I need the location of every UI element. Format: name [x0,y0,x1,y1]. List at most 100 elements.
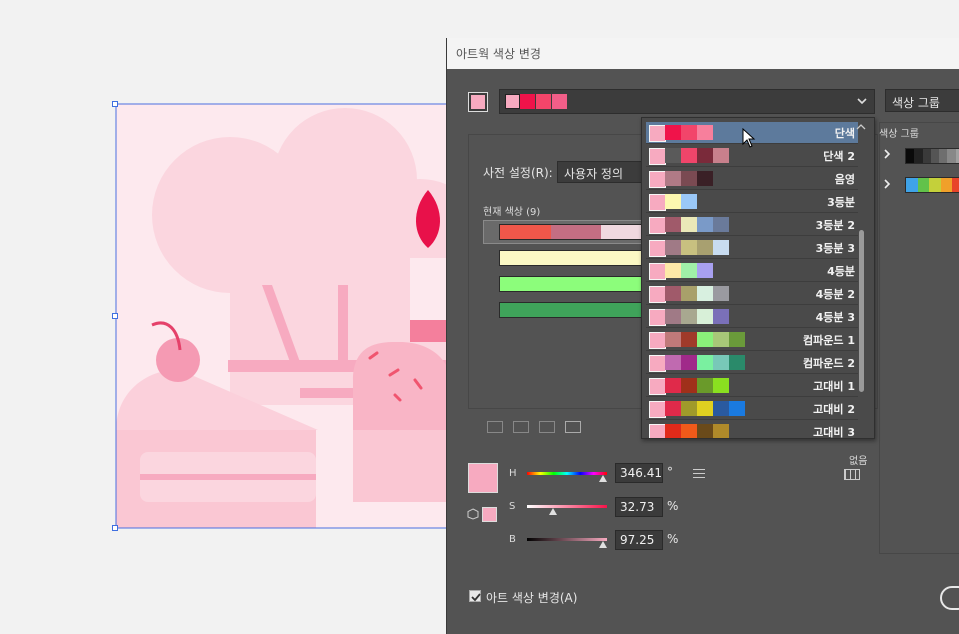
color-group-selector[interactable] [499,89,875,114]
harmony-rule-item[interactable]: 음영 [646,168,858,190]
selection-handle[interactable] [112,313,118,319]
harmony-rule-item[interactable]: 3등분 2 [646,214,858,236]
hue-slider[interactable] [527,472,607,475]
swatch [649,424,666,438]
selection-handle[interactable] [112,101,118,107]
color-group-row[interactable] [905,148,959,164]
swatch [649,125,666,142]
harmony-rule-label: 고대비 1 [813,380,855,393]
color-segment [500,303,652,317]
hue-input[interactable]: 346.41 [615,463,663,483]
swatch [697,332,713,347]
exclude-colors-icon[interactable] [539,421,555,433]
swatch [713,378,729,393]
swatch [929,178,941,192]
current-colors-label: 현재 색상 (9) [483,207,541,218]
harmony-rule-item[interactable]: 컴파운드 2 [646,352,858,374]
brightness-slider[interactable] [527,538,607,541]
swatch [952,178,959,192]
swatch [649,240,666,257]
color-segment [500,277,652,291]
brightness-thumb[interactable] [599,541,607,548]
swatch [681,286,697,301]
hue-unit: ° [667,465,673,479]
color-group-row[interactable] [905,177,959,193]
new-row-icon[interactable] [565,421,581,433]
swatch [681,401,697,416]
color-segment [500,225,551,239]
harmony-rule-item[interactable]: 3등분 [646,191,858,213]
color-preview-swatch[interactable] [468,463,498,493]
harmony-rule-label: 3등분 [827,196,855,209]
chevron-right-icon[interactable] [883,179,891,189]
harmony-rules-dropdown: 단색 단색 2 음영 3등분 3등분 2 3등분 3 4등분 4등분 2 4등분 3 컴파운드 1… [641,117,875,439]
swatch [917,178,930,192]
scroll-thumb[interactable] [859,230,864,392]
swatch [681,378,697,393]
merge-colors-icon[interactable] [487,421,503,433]
saturation-unit: % [667,499,679,513]
current-color-bar[interactable] [499,224,653,240]
preset-dropdown[interactable]: 사용자 정의 [557,161,647,183]
swatch [729,332,745,347]
harmony-rule-item[interactable]: 고대비 3 [646,421,858,439]
swatch [681,424,697,438]
swatch [665,332,681,347]
small-color-swatch[interactable] [482,507,497,522]
swatch [681,171,697,186]
swatch [665,194,681,209]
swatch [649,263,666,280]
harmony-rule-item[interactable]: 고대비 2 [646,398,858,420]
chevron-down-icon[interactable] [854,93,870,109]
harmony-rule-item[interactable]: 4등분 [646,260,858,282]
chevron-right-icon[interactable] [883,149,891,159]
harmony-rule-item[interactable]: 4등분 3 [646,306,858,328]
swatch [649,378,666,395]
current-color-bar[interactable] [499,250,653,266]
saturation-thumb[interactable] [549,508,557,515]
brightness-input[interactable]: 97.25 [615,530,663,550]
harmony-rule-item[interactable]: 고대비 1 [646,375,858,397]
swatch [713,240,729,255]
harmony-rule-label: 고대비 3 [813,426,855,439]
color-group-dropdown-button[interactable]: 색상 그룹 [885,89,959,112]
current-color-swatch[interactable] [468,92,488,112]
harmony-rule-item[interactable]: 4등분 2 [646,283,858,305]
swatch [906,149,915,163]
hue-thumb[interactable] [599,475,607,482]
harmony-rule-item[interactable]: 컴파운드 1 [646,329,858,351]
scroll-up-icon[interactable] [856,121,866,130]
swatch [665,286,681,301]
preset-label: 사전 설정(R): [483,166,553,180]
separate-colors-icon[interactable] [513,421,529,433]
recolor-art-checkbox[interactable] [469,590,481,602]
harmony-rule-label: 4등분 3 [815,311,855,324]
color-library-icon[interactable] [844,469,860,480]
swatch [697,424,713,438]
saturation-slider[interactable] [527,505,607,508]
swatch [697,401,713,416]
recolor-art-label: 아트 색상 변경(A) [486,591,578,605]
swatch [697,355,713,370]
current-color-bar[interactable] [499,276,653,292]
saturation-input[interactable]: 32.73 [615,497,663,517]
swatch [697,309,713,324]
color-segment [500,251,652,265]
harmony-rule-item[interactable]: 3등분 3 [646,237,858,259]
swatch [681,194,697,209]
swatch [665,240,681,255]
swatch [713,401,729,416]
swatch [940,178,953,192]
swatch [729,355,745,370]
selection-handle[interactable] [112,525,118,531]
cube-icon[interactable] [467,508,479,520]
swatch [649,217,666,234]
current-color-bar[interactable] [499,302,653,318]
menu-icon[interactable] [693,469,705,478]
ok-button[interactable] [940,586,959,610]
saturation-label: S [509,501,516,512]
swatch [697,148,713,163]
harmony-rule-item[interactable]: 단색 2 [646,145,858,167]
swatch [713,286,729,301]
swatch [665,424,681,438]
